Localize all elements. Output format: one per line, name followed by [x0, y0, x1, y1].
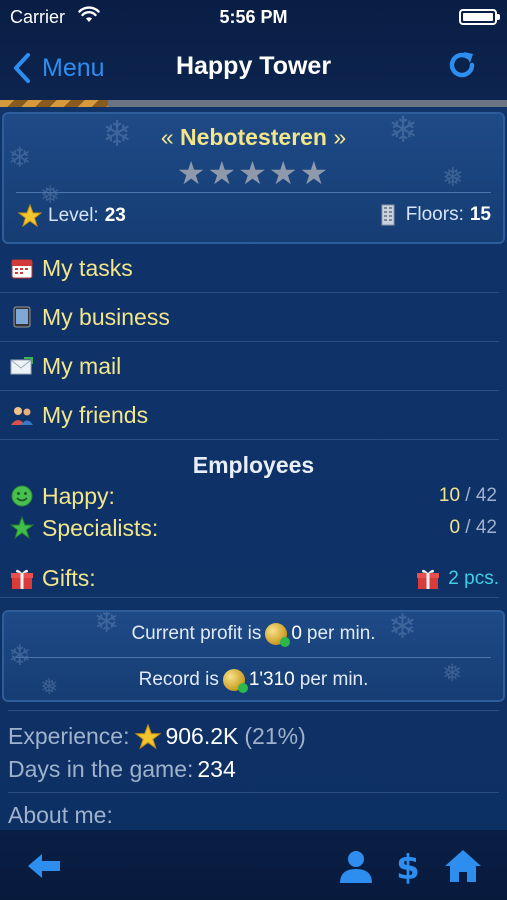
about-me-label: About me: — [8, 802, 113, 828]
current-profit-suffix: per min. — [306, 623, 376, 644]
gifts-row[interactable]: Gifts: 2 pcs. — [0, 560, 499, 598]
menu-item-label: My friends — [42, 401, 149, 428]
star-icon: ★ — [268, 155, 300, 191]
gold-star-icon — [135, 723, 162, 749]
record-value: 1'310 — [248, 669, 295, 690]
calendar-icon — [10, 256, 34, 280]
card-divider — [16, 192, 491, 193]
current-profit-line: Current profit is 0 per min. — [4, 612, 503, 656]
green-star-icon — [10, 516, 34, 540]
progress-stripe — [0, 100, 507, 107]
mail-icon — [10, 354, 34, 378]
star-icon: ★ — [207, 155, 239, 191]
gifts-count-group: 2 pcs. — [406, 567, 499, 591]
gift-icon — [11, 569, 33, 589]
specialists-current: 0 — [449, 517, 461, 538]
specialists-count: 0 / 42 — [449, 517, 497, 539]
days-row: Days in the game: 234 — [8, 753, 306, 786]
stats-block: Experience: 906.2K (21%) Days in the gam… — [8, 720, 306, 786]
profile-icon[interactable] — [336, 846, 376, 886]
experience-percent: (21%) — [244, 723, 306, 749]
happy-label: Happy: — [42, 482, 115, 509]
gifts-label: Gifts: — [42, 565, 96, 591]
status-bar: Carrier 5:56 PM — [0, 0, 507, 34]
experience-row: Experience: 906.2K (21%) — [8, 720, 306, 753]
dollar-icon[interactable]: $ — [388, 846, 428, 886]
floors-value: 15 — [469, 204, 491, 225]
menu-item-my-mail[interactable]: My mail — [0, 342, 499, 391]
page-title: Happy Tower — [175, 52, 332, 80]
star-icon: ★ — [238, 155, 269, 191]
player-name: Nebotesteren — [180, 124, 327, 150]
employees-title: Employees — [192, 452, 315, 478]
battery-icon — [459, 9, 500, 25]
tablet-icon — [10, 305, 34, 329]
happy-current: 10 — [438, 485, 461, 506]
level-value: 23 — [104, 205, 126, 226]
level-label: Level: — [48, 205, 99, 226]
experience-label: Experience: — [8, 723, 130, 749]
nav-bar: Menu Happy Tower — [0, 34, 507, 100]
top-bar: Carrier 5:56 PM Menu Happy Tower — [0, 0, 507, 100]
current-profit-prefix: Current profit is — [131, 623, 262, 644]
menu-item-my-friends[interactable]: My friends — [0, 391, 499, 440]
star-icon: ★ — [299, 155, 331, 191]
experience-value: 906.2K — [165, 723, 239, 749]
menu-item-my-business[interactable]: My business — [0, 293, 499, 342]
record-profit-line: Record is 1'310 per min. — [4, 658, 503, 700]
record-suffix: per min. — [299, 669, 369, 690]
record-prefix: Record is — [138, 669, 219, 690]
gold-star-icon — [18, 204, 42, 228]
back-arrow-icon[interactable] — [24, 846, 64, 886]
refresh-icon[interactable] — [445, 48, 479, 82]
rating-stars: ★★★★★ — [4, 154, 503, 192]
specialists-row: Specialists: 0 / 42 — [0, 513, 507, 543]
coin-icon — [265, 623, 291, 647]
building-icon — [381, 204, 395, 226]
app-screen: Carrier 5:56 PM Menu Happy Tower ❄ ❄ ❅ ❄… — [0, 0, 507, 900]
floors-row: Floors: 15 — [380, 204, 491, 226]
happy-count: 10 / 42 — [439, 485, 497, 507]
profile-card: ❄ ❄ ❅ ❄ ❅ « Nebotesteren » ★★★★★ Level: … — [2, 112, 505, 244]
clock: 5:56 PM — [219, 7, 288, 27]
bottom-toolbar: $ — [0, 830, 507, 900]
happy-total: / 42 — [465, 485, 497, 506]
gifts-count: 2 pcs. — [448, 567, 499, 589]
svg-text:$: $ — [396, 848, 420, 886]
specialists-total: / 42 — [465, 517, 497, 538]
days-label: Days in the game: — [8, 756, 194, 782]
current-profit-value: 0 — [291, 623, 302, 644]
smiley-icon — [11, 485, 33, 507]
friends-icon — [10, 403, 34, 427]
menu-item-label: My tasks — [42, 254, 133, 281]
profit-card: ❄ ❄ ❅ ❄ ❅ Current profit is 0 per min. R… — [2, 610, 505, 702]
menu-item-my-tasks[interactable]: My tasks — [0, 244, 499, 293]
menu-item-label: My business — [42, 303, 170, 330]
divider — [8, 710, 499, 711]
specialists-label: Specialists: — [42, 514, 159, 541]
happy-row: Happy: 10 / 42 — [0, 481, 507, 511]
gift-icon — [417, 569, 440, 589]
level-row: Level: 23 — [18, 204, 126, 228]
quote-right: » — [333, 124, 347, 150]
menu-list: My tasks My business My mail My friends — [0, 244, 507, 440]
player-name-row: « Nebotesteren » — [4, 124, 503, 151]
quote-left: « — [160, 124, 174, 150]
star-icon: ★ — [176, 155, 208, 191]
home-icon[interactable] — [443, 846, 483, 886]
divider — [8, 792, 499, 793]
coin-icon — [222, 669, 248, 693]
floors-label: Floors: — [405, 204, 464, 225]
menu-item-label: My mail — [42, 352, 122, 379]
days-value: 234 — [197, 756, 236, 782]
